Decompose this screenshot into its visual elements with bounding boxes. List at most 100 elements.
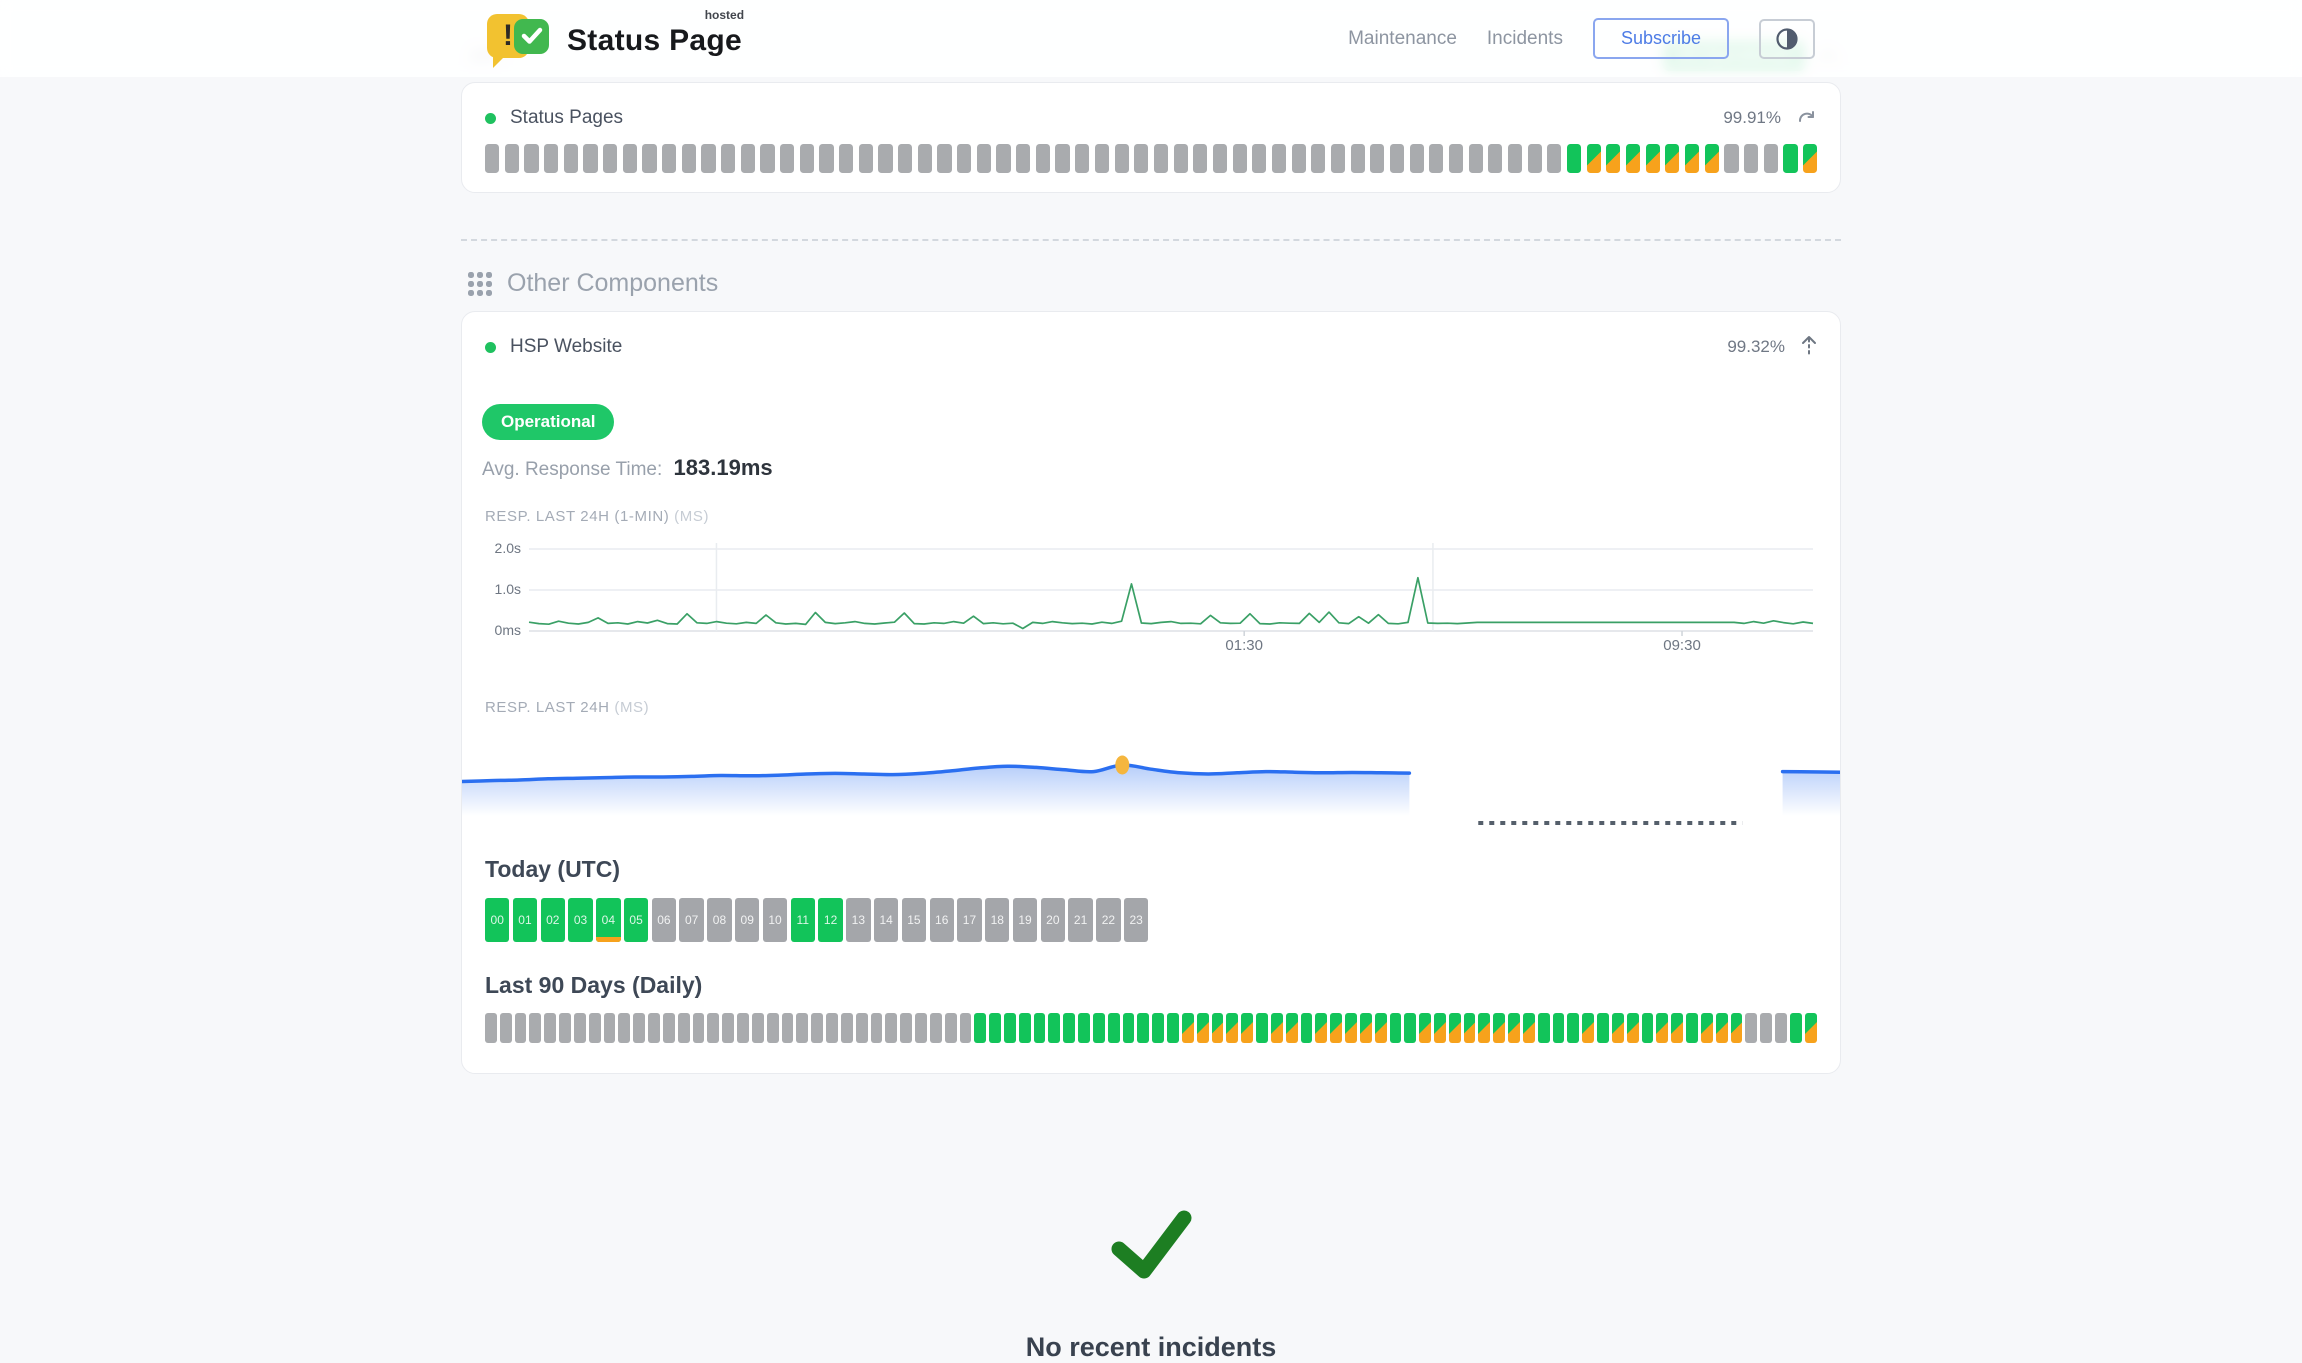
- uptime-bar[interactable]: [1410, 144, 1424, 173]
- uptime-bar[interactable]: [960, 1013, 972, 1043]
- uptime-bar[interactable]: [662, 144, 676, 173]
- uptime-bar[interactable]: [1063, 1013, 1075, 1043]
- uptime-bar[interactable]: [1488, 144, 1502, 173]
- uptime-bar[interactable]: [642, 144, 656, 173]
- uptime-bar[interactable]: [885, 1013, 897, 1043]
- hour-block[interactable]: 05: [624, 898, 648, 942]
- hour-block[interactable]: 02: [541, 898, 565, 942]
- uptime-bar[interactable]: [1034, 1013, 1046, 1043]
- uptime-bar[interactable]: [1626, 144, 1640, 173]
- hour-block[interactable]: 01: [513, 898, 537, 942]
- uptime-bar[interactable]: [618, 1013, 630, 1043]
- uptime-bar[interactable]: [1705, 144, 1719, 173]
- uptime-bar[interactable]: [663, 1013, 675, 1043]
- uptime-bar[interactable]: [707, 1013, 719, 1043]
- uptime-bar[interactable]: [589, 1013, 601, 1043]
- uptime-bar[interactable]: [648, 1013, 660, 1043]
- uptime-bar[interactable]: [678, 1013, 690, 1043]
- uptime-bar[interactable]: [623, 144, 637, 173]
- uptime-bar[interactable]: [1055, 144, 1069, 173]
- uptime-bar[interactable]: [974, 1013, 986, 1043]
- uptime-bar[interactable]: [1493, 1013, 1505, 1043]
- uptime-bar[interactable]: [1226, 1013, 1238, 1043]
- uptime-bar[interactable]: [1760, 1013, 1772, 1043]
- uptime-bar[interactable]: [1744, 144, 1758, 173]
- uptime-bar[interactable]: [1449, 144, 1463, 173]
- hour-block[interactable]: 17: [957, 898, 981, 942]
- uptime-bar[interactable]: [839, 144, 853, 173]
- uptime-bar[interactable]: [721, 144, 735, 173]
- uptime-bar[interactable]: [559, 1013, 571, 1043]
- uptime-bar[interactable]: [1478, 1013, 1490, 1043]
- uptime-bar[interactable]: [633, 1013, 645, 1043]
- uptime-bar[interactable]: [1272, 144, 1286, 173]
- hour-block[interactable]: 04: [596, 898, 620, 942]
- hour-block[interactable]: 08: [707, 898, 731, 942]
- uptime-bar[interactable]: [780, 144, 794, 173]
- uptime-bar[interactable]: [996, 144, 1010, 173]
- uptime-bar[interactable]: [1508, 1013, 1520, 1043]
- uptime-bar[interactable]: [760, 144, 774, 173]
- hour-block[interactable]: 18: [985, 898, 1009, 942]
- uptime-bar[interactable]: [1233, 144, 1247, 173]
- uptime-bar[interactable]: [1137, 1013, 1149, 1043]
- hour-block[interactable]: 07: [679, 898, 703, 942]
- uptime-bar[interactable]: [1646, 144, 1660, 173]
- uptime-bar[interactable]: [485, 144, 499, 173]
- uptime-bar[interactable]: [1193, 144, 1207, 173]
- uptime-bar[interactable]: [1701, 1013, 1713, 1043]
- uptime-bar[interactable]: [1345, 1013, 1357, 1043]
- uptime-bar[interactable]: [1805, 1013, 1817, 1043]
- uptime-bar[interactable]: [1036, 144, 1050, 173]
- uptime-bar[interactable]: [1152, 1013, 1164, 1043]
- uptime-bar[interactable]: [856, 1013, 868, 1043]
- uptime-bar[interactable]: [1311, 144, 1325, 173]
- uptime-bar[interactable]: [1538, 1013, 1550, 1043]
- hour-block[interactable]: 21: [1068, 898, 1092, 942]
- uptime-bar[interactable]: [485, 1013, 497, 1043]
- uptime-bar[interactable]: [918, 144, 932, 173]
- hour-block[interactable]: 15: [902, 898, 926, 942]
- uptime-bar[interactable]: [1567, 1013, 1579, 1043]
- uptime-bar[interactable]: [898, 144, 912, 173]
- nav-incidents[interactable]: Incidents: [1487, 28, 1563, 50]
- uptime-bar[interactable]: [1606, 144, 1620, 173]
- uptime-bar[interactable]: [1665, 144, 1679, 173]
- subscribe-button[interactable]: Subscribe: [1593, 18, 1729, 59]
- uptime-bar[interactable]: [1775, 1013, 1787, 1043]
- hour-block[interactable]: 16: [930, 898, 954, 942]
- uptime-bar[interactable]: [1597, 1013, 1609, 1043]
- uptime-bar[interactable]: [524, 144, 538, 173]
- uptime-bar[interactable]: [1315, 1013, 1327, 1043]
- hour-block[interactable]: 11: [791, 898, 815, 942]
- uptime-bar[interactable]: [1449, 1013, 1461, 1043]
- uptime-bar[interactable]: [800, 144, 814, 173]
- uptime-bar[interactable]: [1390, 1013, 1402, 1043]
- uptime-bar[interactable]: [752, 1013, 764, 1043]
- uptime-bar[interactable]: [1016, 144, 1030, 173]
- uptime-bar[interactable]: [1724, 144, 1738, 173]
- uptime-bar[interactable]: [1370, 144, 1384, 173]
- uptime-bar[interactable]: [1197, 1013, 1209, 1043]
- uptime-bar[interactable]: [544, 1013, 556, 1043]
- uptime-bar[interactable]: [1331, 144, 1345, 173]
- uptime-bar[interactable]: [1567, 144, 1581, 173]
- uptime-bar[interactable]: [1351, 144, 1365, 173]
- uptime-bar[interactable]: [1134, 144, 1148, 173]
- uptime-bar[interactable]: [1582, 1013, 1594, 1043]
- uptime-bar[interactable]: [1528, 144, 1542, 173]
- hour-block[interactable]: 20: [1041, 898, 1065, 942]
- uptime-bar[interactable]: [826, 1013, 838, 1043]
- uptime-bar[interactable]: [505, 144, 519, 173]
- uptime-bar[interactable]: [1716, 1013, 1728, 1043]
- uptime-bar[interactable]: [1783, 144, 1797, 173]
- uptime-bar[interactable]: [741, 144, 755, 173]
- uptime-bar[interactable]: [1434, 1013, 1446, 1043]
- uptime-bar[interactable]: [1390, 144, 1404, 173]
- uptime-bar[interactable]: [1508, 144, 1522, 173]
- uptime-bar[interactable]: [1019, 1013, 1031, 1043]
- uptime-bar[interactable]: [1627, 1013, 1639, 1043]
- uptime-bar[interactable]: [957, 144, 971, 173]
- uptime-bar[interactable]: [1745, 1013, 1757, 1043]
- uptime-bar[interactable]: [574, 1013, 586, 1043]
